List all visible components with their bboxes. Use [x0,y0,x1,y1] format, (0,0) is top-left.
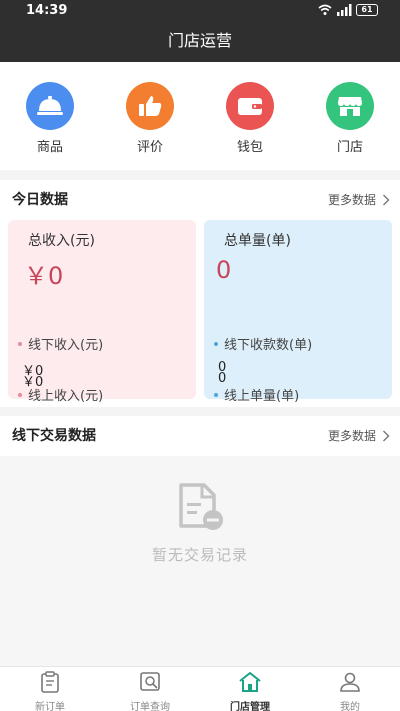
quick-item-label: 钱包 [236,140,263,155]
quick-item-store[interactable]: 门店 [315,82,385,155]
quick-item-goods[interactable]: 商品 [15,82,85,155]
quick-item-reviews[interactable]: 评价 [115,82,185,155]
bullet-dot-icon [214,392,218,397]
search-order-icon [140,672,160,691]
more-data-label: 更多数据 [327,193,376,207]
tab-new-orders[interactable]: 新订单 [10,671,90,711]
more-data-label: 更多数据 [327,429,376,443]
quick-item-label: 评价 [136,140,163,155]
empty-document-icon [179,483,223,530]
orders-title: 总单量(单) [224,233,291,249]
food-cloche-icon [26,82,74,130]
bottom-tab-bar: 新订单 订单查询 门店管理 我的 [0,666,400,711]
quick-item-label: 门店 [336,140,363,155]
status-icons: 61 [318,4,378,16]
tab-label: 门店管理 [230,702,270,711]
status-bar: 14:39 61 [0,0,400,22]
orders-card[interactable]: 总单量(单) 0 线下收款数(单) 0 线上单量(单) [204,220,392,404]
tab-label: 订单查询 [130,702,170,711]
bullet-dot-icon [18,392,22,397]
tab-label: 我的 [340,702,360,711]
user-icon [340,672,360,692]
thumbs-up-icon [126,82,174,130]
bullet-dot-icon [18,341,22,346]
offline-orders-label: 线下收款数(单) [224,338,313,353]
quick-item-label: 商品 [36,140,63,155]
bullet-dot-icon [214,341,218,346]
battery-indicator: 61 [356,4,378,16]
chevron-right-icon [383,194,390,206]
income-title: 总收入(元) [28,233,95,249]
empty-message: 暂无交易记录 [151,546,248,564]
section-title: 今日数据 [12,192,68,208]
tab-profile[interactable]: 我的 [310,671,390,711]
offline-orders-label-row: 线下收款数(单) [214,334,312,353]
wifi-icon [318,4,332,15]
quick-item-wallet[interactable]: 钱包 [215,82,285,155]
offline-income-label: 线下收入(元) [28,338,104,353]
store-icon [326,82,374,130]
offline-section: 线下交易数据 更多数据 [0,416,400,456]
online-orders-label-row: 线上单量(单) [214,385,299,404]
home-icon [239,672,261,692]
online-orders-label: 线上单量(单) [224,389,300,404]
status-time: 14:39 [26,3,68,18]
section-title: 线下交易数据 [12,428,96,444]
title-bar: 门店运营 [0,22,400,62]
income-total: ￥0 [24,262,64,290]
more-data-link[interactable]: 更多数据 [328,416,390,456]
signal-icon [337,4,352,16]
clipboard-icon [41,671,59,693]
more-data-link[interactable]: 更多数据 [328,180,390,220]
empty-state: 暂无交易记录 [0,456,400,666]
page-title: 门店运营 [167,31,232,50]
tab-store-management[interactable]: 门店管理 [210,671,290,711]
today-section: 今日数据 更多数据 总收入(元) ￥0 线下收入(元) ￥0 线上收入(元) ￥… [0,180,400,407]
orders-total: 0 [216,256,232,284]
offline-income-label-row: 线下收入(元) [18,334,103,353]
tab-order-search[interactable]: 订单查询 [110,671,190,711]
chevron-right-icon [383,430,390,442]
wallet-icon [226,82,274,130]
online-orders-value: 0 [218,371,227,386]
quick-actions: 商品 评价 钱包 门店 [0,62,400,170]
tab-label: 新订单 [35,702,65,711]
online-income-value: ￥0 [22,375,44,390]
